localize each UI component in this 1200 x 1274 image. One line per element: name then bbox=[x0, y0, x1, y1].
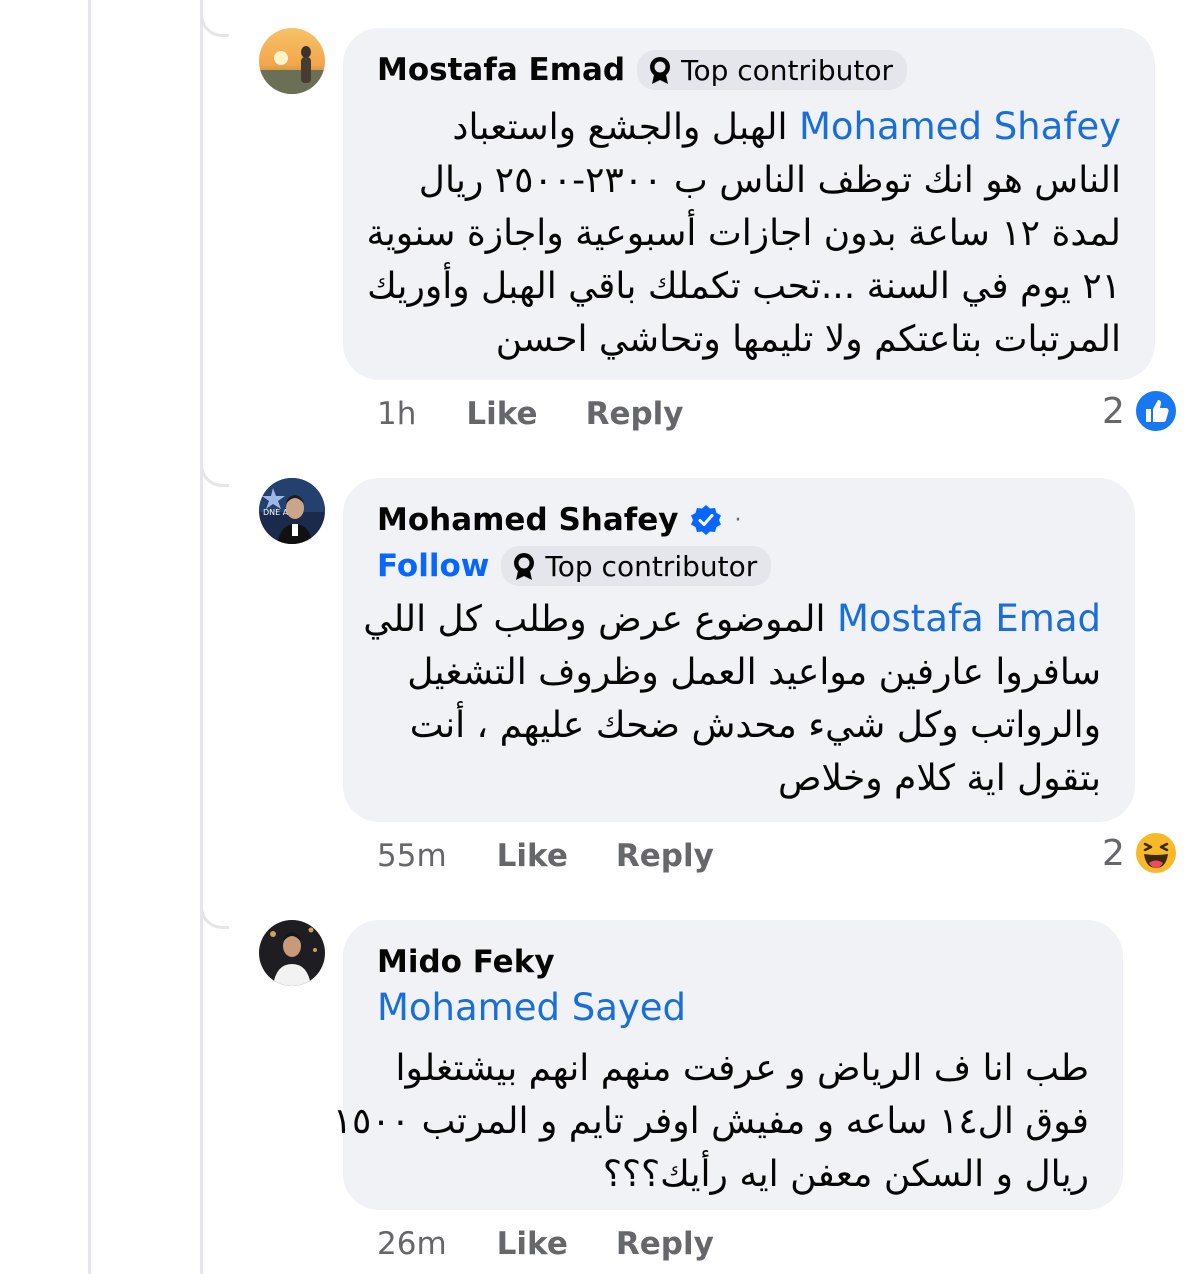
outer-thread-line bbox=[88, 0, 91, 1274]
comment-text-line: الموضوع عرض وطلب كل اللي bbox=[363, 599, 826, 640]
mention-link[interactable]: Mostafa Emad bbox=[837, 597, 1101, 640]
comment-author[interactable]: Mostafa Emad bbox=[377, 52, 625, 88]
follow-button[interactable]: Follow bbox=[377, 548, 489, 584]
comment-author[interactable]: Mido Feky bbox=[377, 944, 555, 980]
reply-button[interactable]: Reply bbox=[616, 838, 714, 874]
top-contributor-badge[interactable]: Top contributor bbox=[637, 50, 907, 90]
comment-text: Mohamed Shafey الهبل والجشع واستعباد الن… bbox=[366, 100, 1121, 366]
badge-label: Top contributor bbox=[545, 549, 758, 583]
reply-button[interactable]: Reply bbox=[616, 1226, 714, 1262]
mention-link[interactable]: Mohamed Shafey bbox=[799, 105, 1121, 148]
mention-link[interactable]: Mohamed Sayed bbox=[377, 986, 686, 1029]
comment-text-line: والرواتب وكل شيء محدش ضحك عليهم ، أنت bbox=[409, 705, 1101, 746]
comment-text-line: لمدة ١٢ ساعة بدون اجازات أسبوعية واجازة … bbox=[366, 213, 1121, 254]
reaction-count: 2 bbox=[1102, 390, 1125, 432]
comment-bubble: Mohamed Shafey · Follow Top contributor … bbox=[343, 478, 1135, 822]
comment-header: Mostafa Emad Top contributor bbox=[377, 50, 1121, 90]
reply-connector bbox=[200, 8, 229, 37]
comment-bubble: Mido Feky Mohamed Sayed طب انا ف الرياض … bbox=[332, 920, 1123, 1210]
comment-author[interactable]: Mohamed Shafey bbox=[377, 502, 678, 538]
like-button[interactable]: Like bbox=[497, 838, 568, 874]
like-icon bbox=[1133, 388, 1179, 434]
comment-subheader: Follow Top contributor bbox=[377, 546, 1101, 586]
reply-thread-line bbox=[200, 0, 203, 1274]
comment-text-line: الناس هو انك توظف الناس ب ٢٣٠٠-٢٥٠٠ ريال bbox=[418, 160, 1121, 201]
comment-text-line: الهبل والجشع واستعباد bbox=[452, 107, 788, 148]
comment-timestamp[interactable]: 55m bbox=[377, 838, 447, 874]
comment-actions: 1h Like Reply bbox=[377, 396, 732, 432]
reaction-summary[interactable]: 2 bbox=[1102, 830, 1179, 876]
mention-row: Mohamed Sayed bbox=[377, 986, 1089, 1032]
comment-text-line: المرتبات بتاعتكم ولا تليمها وتحاشي احسن bbox=[495, 319, 1121, 360]
badge-label: Top contributor bbox=[681, 53, 893, 87]
verified-badge-icon bbox=[690, 504, 722, 536]
top-contributor-badge[interactable]: Top contributor bbox=[501, 546, 772, 586]
avatar[interactable] bbox=[259, 920, 325, 986]
comment-header: Mido Feky bbox=[377, 942, 1089, 982]
like-button[interactable]: Like bbox=[466, 396, 537, 432]
reply-button[interactable]: Reply bbox=[586, 396, 684, 432]
separator-dot: · bbox=[734, 507, 742, 533]
comment-text-line: طب انا ف الرياض و عرفت منهم انهم بيشتغلو… bbox=[395, 1048, 1089, 1089]
comment-header: Mohamed Shafey · bbox=[377, 500, 1101, 540]
comment-text: طب انا ف الرياض و عرفت منهم انهم بيشتغلو… bbox=[332, 1042, 1089, 1201]
comment-text-line: فوق ال١٤ ساعه و مفيش اوفر تايم و المرتب … bbox=[332, 1101, 1089, 1142]
award-icon bbox=[511, 551, 537, 581]
reply-connector bbox=[200, 458, 229, 487]
avatar[interactable]: DNE AW bbox=[259, 478, 325, 544]
reaction-summary[interactable]: 2 bbox=[1102, 388, 1179, 434]
avatar[interactable] bbox=[259, 28, 325, 94]
comment-actions: 26m Like Reply bbox=[377, 1226, 762, 1262]
comment-bubble: Mostafa Emad Top contributor Mohamed Sha… bbox=[343, 28, 1155, 380]
comment-text-line: ٢١ يوم في السنة ...تحب تكملك باقي الهبل … bbox=[367, 266, 1121, 307]
comment-timestamp[interactable]: 1h bbox=[377, 396, 416, 432]
comment-text-line: ريال و السكن معفن ايه رأيك؟؟؟ bbox=[602, 1154, 1089, 1195]
award-icon bbox=[647, 55, 673, 85]
comment-timestamp[interactable]: 26m bbox=[377, 1226, 447, 1262]
haha-icon bbox=[1133, 830, 1179, 876]
comment-actions: 55m Like Reply bbox=[377, 838, 762, 874]
comment-text-line: سافروا عارفين مواعيد العمل وظروف التشغيل bbox=[407, 652, 1101, 693]
comment-text: Mostafa Emad الموضوع عرض وطلب كل اللي سا… bbox=[363, 592, 1101, 805]
reply-connector bbox=[200, 900, 229, 929]
comment-text-line: بتقول اية كلام وخلاص bbox=[777, 758, 1101, 799]
reaction-count: 2 bbox=[1102, 832, 1125, 874]
like-button[interactable]: Like bbox=[497, 1226, 568, 1262]
